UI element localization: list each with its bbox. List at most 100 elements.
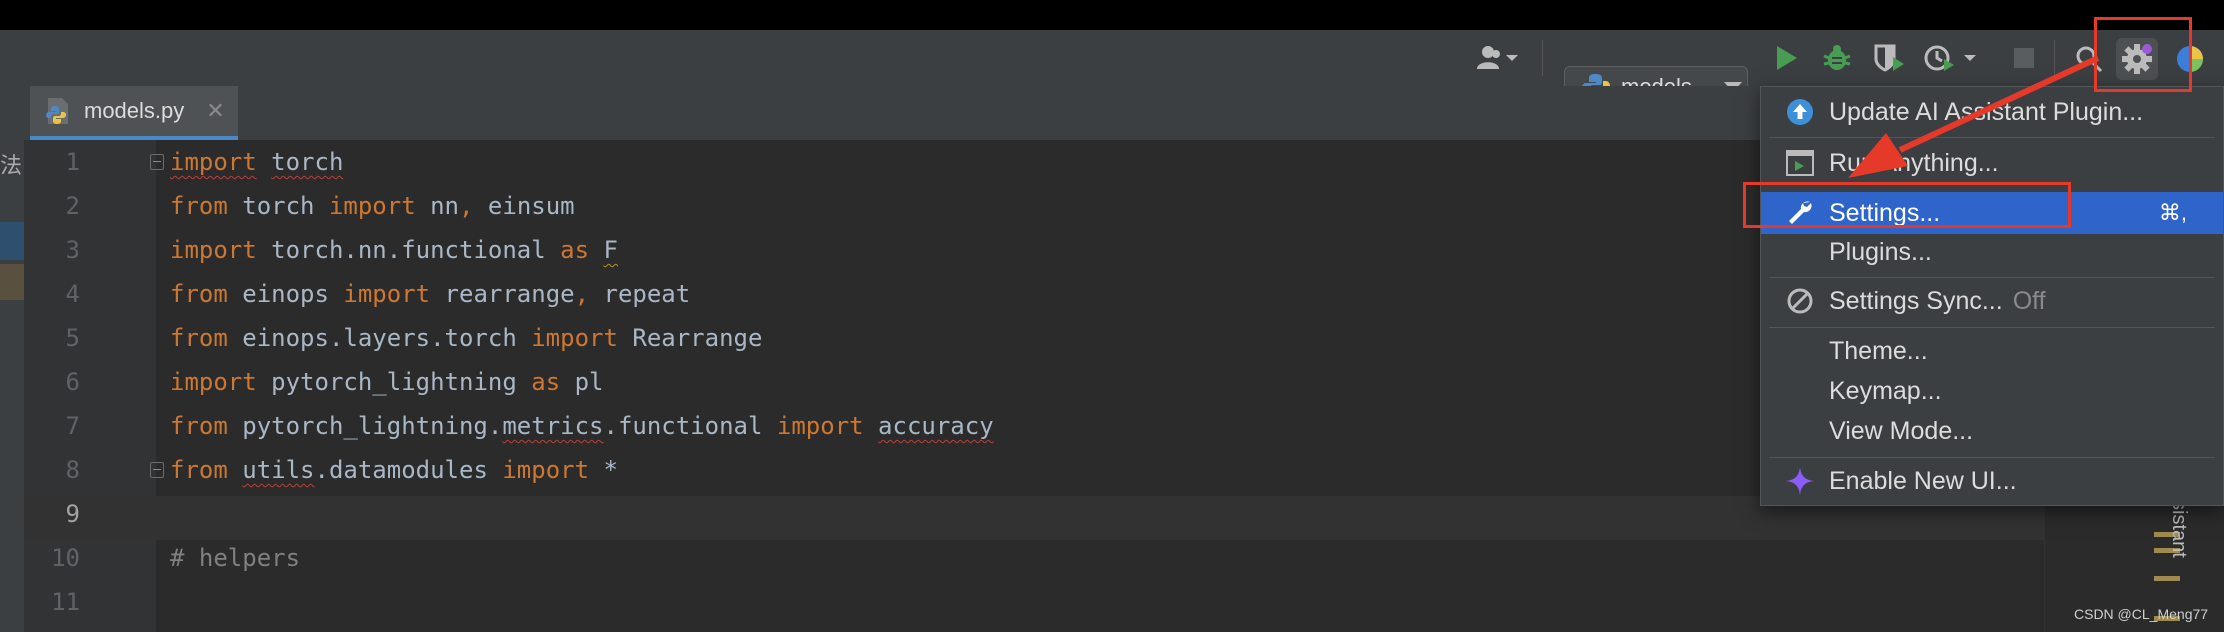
scroll-marker[interactable] <box>2154 576 2180 581</box>
code-line: from torch import nn, einsum <box>170 192 575 220</box>
menu-separator <box>1769 277 2215 278</box>
ai-assistant-side-tab[interactable]: sistant <box>2167 500 2190 558</box>
profile-button[interactable] <box>1924 42 1980 74</box>
menu-item-run-anything[interactable]: Run Anything... <box>1761 142 2223 184</box>
line-number: 8 <box>65 456 80 484</box>
debug-button[interactable] <box>1820 42 1854 74</box>
tab-label: models.py <box>84 98 185 123</box>
watermark: CSDN @CL_Meng77 <box>2074 606 2209 622</box>
menu-separator <box>1769 327 2215 328</box>
code-token: from <box>170 324 228 352</box>
code-token: import <box>170 236 257 264</box>
code-token: nn <box>415 192 460 220</box>
left-strip-item[interactable] <box>0 264 24 300</box>
line-number: 9 <box>65 500 80 528</box>
fold-marker-icon[interactable] <box>150 154 164 170</box>
menu-item-label: Settings Sync... Off <box>1829 286 2046 315</box>
run-button[interactable] <box>1770 42 1802 74</box>
code-token: import <box>170 148 257 176</box>
code-token: torch.nn.functional <box>256 236 561 264</box>
menu-item-label: Plugins... <box>1829 237 1932 266</box>
code-token: from <box>170 280 228 308</box>
line-number: 5 <box>65 324 80 352</box>
code-token: accuracy <box>878 412 994 440</box>
code-token: .functional <box>603 412 777 440</box>
code-token: einops <box>227 280 344 308</box>
line-number: 4 <box>65 280 80 308</box>
code-token: * <box>589 456 618 484</box>
line-number: 2 <box>65 192 80 220</box>
code-line: # helpers <box>170 544 300 572</box>
update-arrow-icon <box>1787 99 1813 125</box>
main-toolbar: models <box>0 30 2224 108</box>
debug-icon <box>1823 45 1851 70</box>
menu-item-label: Keymap... <box>1829 376 1942 405</box>
code-token: as <box>560 236 590 264</box>
menu-separator <box>1769 457 2215 458</box>
code-token: # helpers <box>170 544 301 572</box>
menu-item-label: View Mode... <box>1829 416 1974 445</box>
code-token: einsum <box>473 192 575 220</box>
code-token: import <box>328 192 416 220</box>
code-line: import torch <box>170 148 343 176</box>
code-token: Rearrange <box>617 324 763 352</box>
menu-item-plugins[interactable]: Plugins... <box>1761 231 2223 273</box>
code-token: repeat <box>589 280 691 308</box>
title-bar <box>0 0 2224 30</box>
left-strip-selected-item[interactable] <box>0 222 24 260</box>
left-strip-char: 法 <box>0 153 23 178</box>
shortcut-label: ⌘, <box>2158 200 2187 225</box>
code-token: as <box>531 368 561 396</box>
menu-item-label: Theme... <box>1829 336 1928 365</box>
stop-button[interactable] <box>2010 44 2038 72</box>
code-token: from <box>170 456 228 484</box>
stop-icon <box>2014 48 2034 68</box>
code-line: from einops.layers.torch import Rearrang… <box>170 324 762 352</box>
code-token: utils <box>242 456 315 484</box>
profile-icon <box>1924 45 1976 71</box>
menu-item-settings-sync[interactable]: Settings Sync... Off <box>1761 280 2223 322</box>
code-token: einops.layers.torch <box>227 324 532 352</box>
code-token: import <box>531 324 618 352</box>
menu-item-label: Enable New UI... <box>1829 466 2017 495</box>
code-token: F <box>603 236 618 264</box>
code-line: import pytorch_lightning as pl <box>170 368 604 396</box>
code-token: pl <box>560 368 604 396</box>
user-icon <box>1477 46 1518 69</box>
sync-status: Off <box>2012 286 2046 315</box>
user-menu-button[interactable] <box>1474 42 1520 74</box>
menu-item-label: Update AI Assistant Plugin... <box>1829 97 2144 126</box>
code-line: from einops import rearrange, repeat <box>170 280 690 308</box>
tab-models-py[interactable]: models.py ✕ <box>30 86 238 140</box>
coverage-icon <box>1874 44 1904 72</box>
line-number: 1 <box>65 148 80 176</box>
line-number: 3 <box>65 236 80 264</box>
code-token: import <box>776 412 864 440</box>
line-number: 11 <box>51 588 80 616</box>
line-number: 6 <box>65 368 80 396</box>
menu-item-view-mode[interactable]: View Mode... <box>1761 410 2223 452</box>
code-token: import <box>343 280 431 308</box>
run-icon <box>1777 46 1797 70</box>
line-number: 7 <box>65 412 80 440</box>
code-token: import <box>502 456 590 484</box>
fold-marker-icon[interactable] <box>150 462 164 478</box>
line-number: 10 <box>51 544 80 572</box>
code-token: import <box>170 368 257 396</box>
run-with-coverage-button[interactable] <box>1872 42 1906 74</box>
menu-item-enable-new-ui[interactable]: Enable New UI... <box>1761 460 2223 502</box>
code-token: from <box>170 412 228 440</box>
menu-item-keymap[interactable]: Keymap... <box>1761 370 2223 412</box>
close-icon[interactable]: ✕ <box>206 98 224 124</box>
code-token: , <box>574 280 590 308</box>
code-token: metrics <box>502 412 604 440</box>
sync-disabled-icon <box>1787 288 1813 314</box>
code-token: rearrange <box>430 280 575 308</box>
menu-item-update-ai-assistant[interactable]: Update AI Assistant Plugin... <box>1761 91 2223 133</box>
menu-item-theme[interactable]: Theme... <box>1761 330 2223 372</box>
annotation-highlight-gear <box>2094 17 2192 92</box>
code-token: , <box>459 192 474 220</box>
